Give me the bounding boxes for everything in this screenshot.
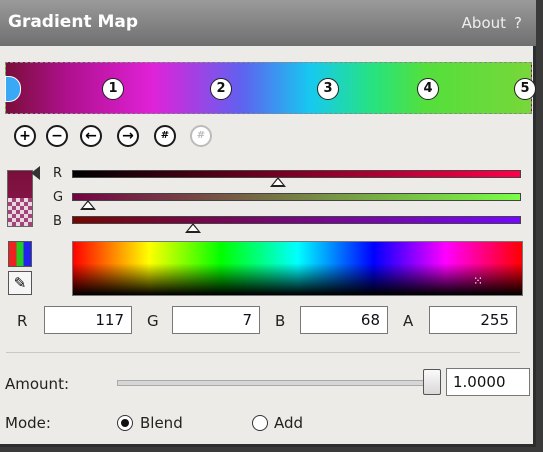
b-slider-thumb[interactable] (185, 223, 201, 233)
color-spectrum[interactable]: ⁙ (72, 241, 523, 296)
g-slider-thumb[interactable] (80, 200, 96, 210)
add-radio-label[interactable]: Add (274, 414, 303, 432)
amount-input[interactable]: 1.0000 (446, 368, 530, 396)
b-value-field[interactable]: 68 (300, 306, 388, 334)
gradient-stop-5[interactable]: 5 (514, 78, 536, 100)
move-left-icon[interactable]: ← (80, 125, 102, 147)
add-radio[interactable] (252, 415, 268, 431)
amount-slider-thumb[interactable] (423, 369, 441, 395)
gradient-stop-3[interactable]: 3 (317, 78, 339, 100)
r-slider-thumb[interactable] (270, 177, 286, 187)
b-channel-label: B (53, 214, 62, 229)
a-value-label: A (403, 312, 414, 330)
amount-label: Amount: (5, 375, 69, 393)
about-label[interactable]: About (462, 14, 506, 32)
mode-label: Mode: (5, 414, 51, 432)
r-value-field[interactable]: 117 (44, 306, 132, 334)
g-value-field[interactable]: 7 (172, 306, 260, 334)
divider (6, 352, 520, 353)
gradient-bar[interactable]: 1 2 3 4 5 (5, 62, 536, 114)
gradient-stop-2[interactable]: 2 (210, 78, 232, 100)
b-value-label: B (275, 312, 286, 330)
gradient-stop-4[interactable]: 4 (417, 78, 439, 100)
move-right-icon[interactable]: → (117, 125, 139, 147)
add-stop-icon[interactable]: + (14, 125, 36, 147)
disabled-icon: # (190, 125, 212, 147)
title-bar: Gradient Map About? (0, 0, 536, 46)
g-value-label: G (147, 312, 159, 330)
r-slider[interactable] (72, 170, 521, 187)
remove-stop-icon[interactable]: − (46, 125, 68, 147)
a-value-field[interactable]: 255 (429, 306, 517, 334)
alpha-checker (8, 198, 32, 226)
r-value-label: R (17, 312, 28, 330)
gradient-stop-1[interactable]: 1 (102, 78, 124, 100)
current-color-swatch[interactable] (7, 170, 33, 227)
spectrum-cursor-icon: ⁙ (473, 274, 484, 288)
gradient-map-panel: Gradient Map About? 1 2 3 4 5 + − ← → # … (0, 0, 536, 447)
blend-radio-label[interactable]: Blend (140, 414, 183, 432)
about-link[interactable]: About? (462, 14, 522, 32)
r-channel-label: R (53, 166, 63, 181)
swatch-caret-icon (31, 166, 40, 180)
g-channel-label: G (53, 190, 64, 205)
eyedropper-icon[interactable]: ✎ (8, 271, 32, 295)
b-slider[interactable] (72, 216, 521, 233)
distribute-icon[interactable]: # (154, 125, 176, 147)
blend-radio-dot (121, 419, 129, 427)
gradient-left-handle[interactable] (5, 76, 21, 102)
amount-slider-track[interactable] (117, 380, 437, 386)
g-slider[interactable] (72, 193, 521, 210)
panel-title: Gradient Map (8, 12, 139, 32)
blend-radio[interactable] (117, 415, 133, 431)
palette-icon[interactable] (8, 241, 32, 267)
help-icon[interactable]: ? (514, 14, 522, 32)
